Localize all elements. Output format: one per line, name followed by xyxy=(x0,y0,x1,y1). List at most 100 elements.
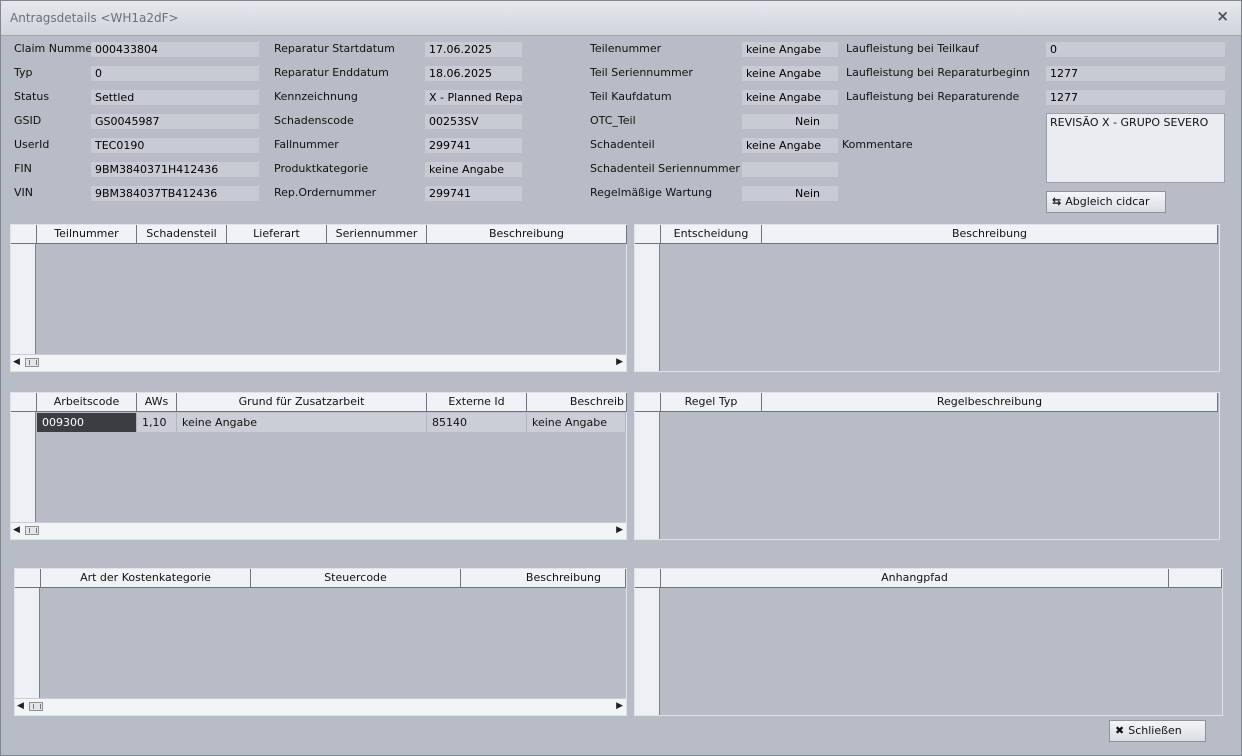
scroll-thumb[interactable] xyxy=(25,526,39,535)
window-title: Antragsdetails <WH1a2dF> xyxy=(10,11,179,25)
laufleistung-rep-beginn-field: 1277 xyxy=(1046,66,1225,81)
fin-field: 9BM3840371H412436 xyxy=(91,162,259,177)
scroll-right-icon[interactable]: ▶ xyxy=(616,701,623,711)
close-icon: ✖ xyxy=(1115,724,1125,737)
col-beschreibung[interactable]: Beschreibung xyxy=(762,225,1218,244)
labor-grid[interactable]: Arbeitscode AWs Grund für Zusatzarbeit E… xyxy=(10,392,627,540)
otc-teil-field: Nein xyxy=(742,114,838,129)
cell-grund[interactable]: keine Angabe xyxy=(177,413,427,432)
schadenteil-field: keine Angabe xyxy=(742,138,838,153)
laufleistung-rep-beginn-label: Laufleistung bei Reparaturbeginn xyxy=(846,66,1030,79)
scroll-right-icon[interactable]: ▶ xyxy=(616,357,623,367)
teil-seriennummer-label: Teil Seriennummer xyxy=(590,66,693,79)
schadenscode-label: Schadenscode xyxy=(274,114,354,127)
col-steuercode[interactable]: Steuercode xyxy=(251,569,461,588)
title-bar: Antragsdetails <WH1a2dF> × xyxy=(1,1,1241,36)
col-teilnummer[interactable]: Teilnummer xyxy=(37,225,137,244)
teilenummer-field: keine Angabe xyxy=(742,42,838,57)
col-externe-id[interactable]: Externe Id xyxy=(427,393,527,412)
otc-teil-label: OTC_Teil xyxy=(590,114,636,127)
regelmaessige-wartung-field: Nein xyxy=(742,186,838,201)
gsid-field: GS0045987 xyxy=(91,114,259,129)
close-icon[interactable]: × xyxy=(1216,7,1229,25)
col-entscheidung[interactable]: Entscheidung xyxy=(661,225,762,244)
grid-corner xyxy=(635,393,661,412)
claim-nummer-field: 000433804 xyxy=(91,42,259,57)
col-anhangpfad[interactable]: Anhangpfad xyxy=(661,569,1169,588)
rep-start-label: Reparatur Startdatum xyxy=(274,42,395,55)
parts-grid[interactable]: Teilnummer Schadensteil Lieferart Serien… xyxy=(10,224,627,372)
userid-field: TEC0190 xyxy=(91,138,259,153)
attachment-grid[interactable]: Anhangpfad xyxy=(634,568,1223,716)
col-regelbeschreibung[interactable]: Regelbeschreibung xyxy=(762,393,1218,412)
userid-label: UserId xyxy=(14,138,50,151)
kommentare-field[interactable]: REVISÃO X - GRUPO SEVERO xyxy=(1046,113,1225,183)
schliessen-button[interactable]: ✖ Schließen xyxy=(1109,720,1206,742)
rep-ordernummer-label: Rep.Ordernummer xyxy=(274,186,377,199)
dialog-window: Antragsdetails <WH1a2dF> × Claim Nummer … xyxy=(0,0,1242,756)
col-aws[interactable]: AWs xyxy=(137,393,177,412)
col-art-kostenkategorie[interactable]: Art der Kostenkategorie xyxy=(41,569,251,588)
cell-arbeitscode[interactable]: 009300 xyxy=(37,413,137,432)
grid-corner xyxy=(11,393,37,412)
rep-start-field: 17.06.2025 xyxy=(425,42,522,57)
scroll-thumb[interactable] xyxy=(25,358,39,367)
row-header-column xyxy=(635,225,660,371)
rep-end-label: Reparatur Enddatum xyxy=(274,66,389,79)
col-beschreibung[interactable]: Beschreibung xyxy=(461,569,626,588)
regelmaessige-wartung-label: Regelmäßige Wartung xyxy=(590,186,713,199)
col-arbeitscode[interactable]: Arbeitscode xyxy=(37,393,137,412)
rep-end-field: 18.06.2025 xyxy=(425,66,522,81)
horizontal-scrollbar[interactable]: ◀ ▶ xyxy=(15,698,626,715)
rule-grid[interactable]: Regel Typ Regelbeschreibung xyxy=(634,392,1220,540)
col-beschreibung[interactable]: Beschreib xyxy=(527,393,627,412)
schliessen-label: Schließen xyxy=(1128,724,1182,737)
typ-field: 0 xyxy=(91,66,259,81)
col-grund-zusatzarbeit[interactable]: Grund für Zusatzarbeit xyxy=(177,393,427,412)
vin-field: 9BM384037TB412436 xyxy=(91,186,259,201)
typ-label: Typ xyxy=(14,66,33,79)
row-header-column xyxy=(11,225,36,371)
cost-grid[interactable]: Art der Kostenkategorie Steuercode Besch… xyxy=(14,568,627,716)
kommentare-label: Kommentare xyxy=(842,138,913,151)
produktkategorie-field: keine Angabe xyxy=(425,162,522,177)
sync-icon: ⇆ xyxy=(1052,195,1062,208)
horizontal-scrollbar[interactable]: ◀ ▶ xyxy=(11,354,626,371)
schadenteil-seriennummer-label: Schadenteil Seriennummer xyxy=(590,162,740,175)
abgleich-cidcar-label: Abgleich cidcar xyxy=(1065,195,1150,208)
schadenscode-field: 00253SV xyxy=(425,114,522,129)
teil-seriennummer-field: keine Angabe xyxy=(742,66,838,81)
abgleich-cidcar-button[interactable]: ⇆ Abgleich cidcar xyxy=(1046,191,1166,213)
scroll-left-icon[interactable]: ◀ xyxy=(17,701,24,711)
row-header-column xyxy=(635,569,660,715)
teilenummer-label: Teilenummer xyxy=(590,42,662,55)
col-regel-typ[interactable]: Regel Typ xyxy=(661,393,762,412)
col-beschreibung[interactable]: Beschreibung xyxy=(427,225,627,244)
decision-grid[interactable]: Entscheidung Beschreibung xyxy=(634,224,1220,372)
scroll-left-icon[interactable]: ◀ xyxy=(13,357,20,367)
kennzeichnung-label: Kennzeichnung xyxy=(274,90,358,103)
vin-label: VIN xyxy=(14,186,33,199)
cell-externe-id[interactable]: 85140 xyxy=(427,413,527,432)
col-schadensteil[interactable]: Schadensteil xyxy=(137,225,227,244)
cell-aws[interactable]: 1,10 xyxy=(137,413,177,432)
fallnummer-field: 299741 xyxy=(425,138,522,153)
schadenteil-seriennummer-field xyxy=(742,162,838,177)
fin-label: FIN xyxy=(14,162,32,175)
col-lieferart[interactable]: Lieferart xyxy=(227,225,327,244)
fallnummer-label: Fallnummer xyxy=(274,138,339,151)
cell-beschreibung[interactable]: keine Angabe xyxy=(527,413,626,432)
grid-corner xyxy=(11,225,37,244)
teil-kaufdatum-field: keine Angabe xyxy=(742,90,838,105)
col-seriennummer[interactable]: Seriennummer xyxy=(327,225,427,244)
scroll-left-icon[interactable]: ◀ xyxy=(13,525,20,535)
scroll-thumb[interactable] xyxy=(29,702,43,711)
scroll-right-icon[interactable]: ▶ xyxy=(616,525,623,535)
status-label: Status xyxy=(14,90,50,103)
horizontal-scrollbar[interactable]: ◀ ▶ xyxy=(11,522,626,539)
row-header-column xyxy=(15,569,40,715)
status-field: Settled xyxy=(91,90,259,105)
row-header-column xyxy=(635,393,660,539)
row-header-column xyxy=(11,393,36,539)
col-extra[interactable] xyxy=(1169,569,1222,588)
